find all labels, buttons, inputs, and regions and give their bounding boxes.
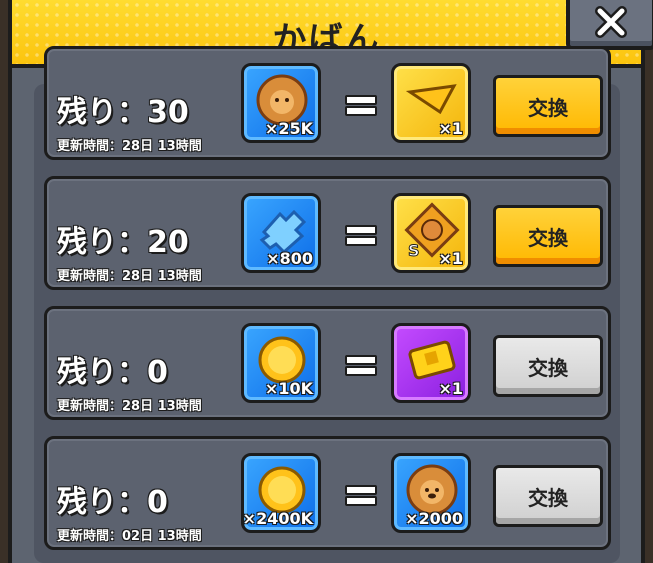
reward-quantity: ×1 [438, 379, 463, 398]
refresh-time: 更新時間：28日 13時間 [57, 269, 202, 284]
exchange-button[interactable]: 交換 [493, 465, 603, 527]
cost-item: ×25K [241, 63, 321, 143]
exchange-row: 残り：0 更新時間：02日 13時間 ×2400K ×2000 交換 [44, 436, 611, 550]
equals-icon [345, 485, 377, 506]
reward-item: ×2000 [391, 453, 471, 533]
remaining-count: 残り：0 [57, 355, 168, 390]
exchange-button[interactable]: 交換 [493, 205, 603, 267]
reward-item: S ×1 [391, 193, 471, 273]
svg-text:S: S [408, 241, 420, 258]
exchange-button[interactable]: 交換 [493, 75, 603, 137]
equals-icon [345, 225, 377, 246]
refresh-time: 更新時間：02日 13時間 [57, 529, 202, 544]
remaining-count: 残り：30 [57, 95, 189, 130]
exchange-row: 残り：20 更新時間：28日 13時間 ×800 S ×1 交換 [44, 176, 611, 290]
cost-quantity: ×2400K [242, 509, 313, 528]
cost-quantity: ×10K [264, 379, 313, 398]
reward-quantity: ×1 [438, 249, 463, 268]
equals-icon [345, 355, 377, 376]
cost-item: ×2400K [241, 453, 321, 533]
close-x-icon [595, 6, 627, 38]
cost-item: ×800 [241, 193, 321, 273]
exchange-row: 残り：30 更新時間：28日 13時間 ×25K ×1 交換 [44, 46, 611, 160]
remaining-count: 残り：0 [57, 485, 168, 520]
cost-quantity: ×800 [266, 249, 313, 268]
exchange-row: 残り：0 更新時間：28日 13時間 ×10K ×1 交換 [44, 306, 611, 420]
reward-item: ×1 [391, 323, 471, 403]
remaining-count: 残り：20 [57, 225, 189, 260]
reward-item: ×1 [391, 63, 471, 143]
cost-quantity: ×25K [264, 119, 313, 138]
cost-item: ×10K [241, 323, 321, 403]
close-button[interactable] [566, 0, 653, 50]
exchange-button[interactable]: 交換 [493, 335, 603, 397]
refresh-time: 更新時間：28日 13時間 [57, 139, 202, 154]
refresh-time: 更新時間：28日 13時間 [57, 399, 202, 414]
reward-quantity: ×2000 [405, 509, 463, 528]
reward-quantity: ×1 [438, 119, 463, 138]
equals-icon [345, 95, 377, 116]
